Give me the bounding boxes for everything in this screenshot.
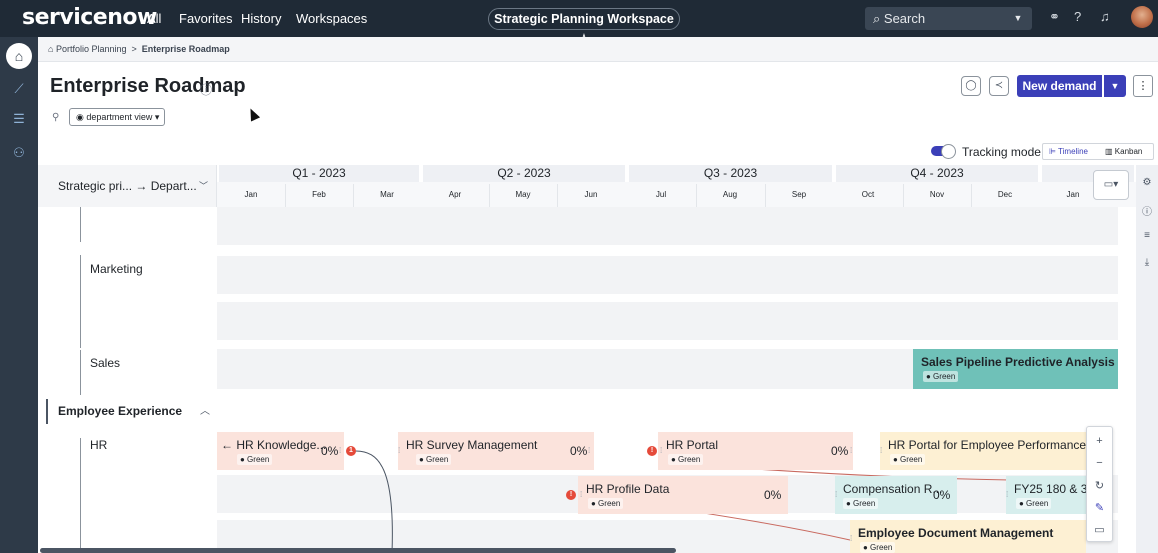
roadmap-item-hr-profile[interactable]: ⁞ HR Profile Data ● Green 0%: [578, 476, 788, 514]
roadmap-item-employee-document[interactable]: ⁞ Employee Document Management ● Green: [850, 520, 1086, 553]
status-badge: ● Green: [890, 454, 926, 465]
drag-handle-icon[interactable]: ⁞: [398, 446, 400, 455]
roadmap-item-hr-survey[interactable]: ⁞ HR Survey Management ● Green 0%: [398, 432, 594, 470]
zoom-out-icon[interactable]: −: [1087, 457, 1112, 469]
drag-handle-icon[interactable]: ⁞: [580, 490, 582, 499]
dependency-lines: [353, 450, 1011, 553]
drag-handle-icon[interactable]: ⁞: [660, 446, 662, 455]
progress-percent: 0%: [764, 488, 782, 502]
progress-percent: 0%: [831, 444, 849, 458]
roadmap-item-compensation[interactable]: ⁞ Compensation R... ● Green 0%: [835, 476, 957, 514]
status-badge: ● Green: [588, 498, 624, 509]
item-name: HR Portal: [666, 438, 719, 452]
roadmap-item-hr-portal[interactable]: ⁞ HR Portal ● Green 0%: [658, 432, 853, 470]
progress-percent: 0%: [933, 488, 951, 502]
minimap-icon[interactable]: ▭: [1087, 523, 1112, 536]
status-badge: ● Green: [416, 454, 452, 465]
status-badge: ● Green: [237, 454, 273, 465]
dependency-line: [353, 450, 393, 553]
horizontal-scrollbar[interactable]: [40, 548, 676, 553]
status-badge: ● Green: [668, 454, 704, 465]
item-name: Compensation R...: [843, 482, 943, 496]
drag-handle-icon[interactable]: ⁞: [880, 446, 882, 455]
progress-percent: 0%: [321, 444, 339, 458]
item-name: HR Survey Management: [406, 438, 538, 452]
item-name: Employee Document Management: [858, 526, 1054, 540]
roadmap-item-sales-pipeline[interactable]: Sales Pipeline Predictive Analysis ● Gre…: [913, 349, 1118, 389]
status-badge: ● Green: [1016, 498, 1052, 509]
status-badge: ● Green: [860, 542, 896, 553]
dependency-count-badge[interactable]: 1: [346, 446, 356, 456]
item-name: FY25 180 & 36: [1014, 482, 1086, 496]
item-name: HR Portal for Employee Performance Rev: [888, 438, 1088, 452]
roadmap-item-fy25[interactable]: ⁞ FY25 180 & 36 ● Green: [1006, 476, 1086, 514]
status-badge: ● Green: [843, 498, 879, 509]
drag-handle-icon[interactable]: ⁞: [835, 490, 837, 499]
zoom-controls: + − ↻ ✎ ▭: [1086, 426, 1113, 542]
drag-handle-icon[interactable]: ⁞: [339, 446, 341, 455]
edit-pencil-icon[interactable]: ✎: [1087, 501, 1112, 514]
drag-handle-icon[interactable]: ⁞: [588, 446, 590, 455]
warning-badge[interactable]: !: [647, 446, 657, 456]
status-badge: ● Green: [923, 371, 959, 382]
roadmap-item-hr-knowledge[interactable]: ← HR Knowledge... ● Green 0%: [217, 432, 344, 470]
progress-percent: 0%: [570, 444, 588, 458]
drag-handle-icon[interactable]: ⁞: [850, 534, 852, 543]
zoom-in-icon[interactable]: +: [1087, 435, 1112, 447]
roadmap-item-hr-portal-performance[interactable]: ⁞ HR Portal for Employee Performance Rev…: [880, 432, 1088, 470]
item-name: HR Profile Data: [586, 482, 670, 496]
item-name-text: HR Knowledge...: [236, 438, 327, 452]
item-name: Sales Pipeline Predictive Analysis: [921, 355, 1115, 369]
reset-zoom-icon[interactable]: ↻: [1087, 479, 1112, 492]
drag-handle-icon[interactable]: ⁞: [850, 446, 852, 455]
drag-handle-icon[interactable]: ⁞: [1006, 490, 1008, 499]
item-name: ← HR Knowledge...: [221, 438, 327, 452]
warning-badge[interactable]: !: [566, 490, 576, 500]
